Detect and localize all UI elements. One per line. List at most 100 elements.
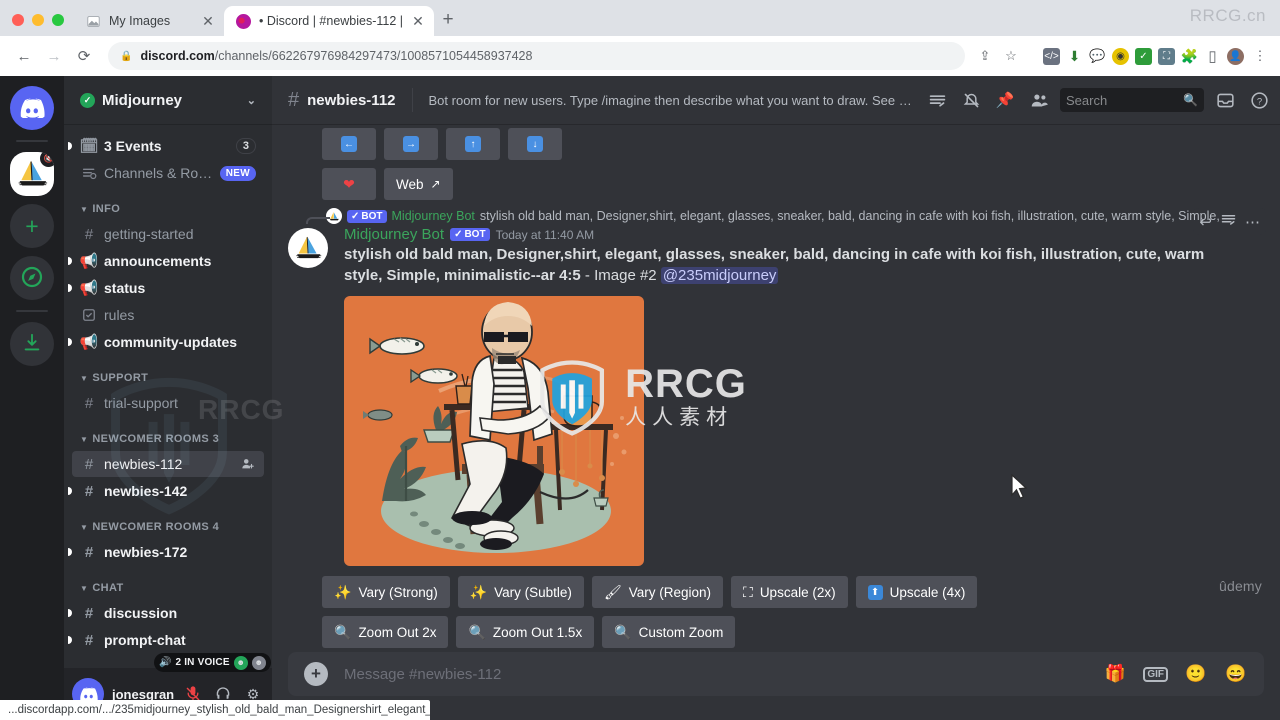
member-list-icon[interactable]	[1026, 87, 1052, 113]
gift-icon[interactable]: 🎁	[1103, 662, 1127, 686]
help-icon[interactable]: ?	[1246, 87, 1272, 113]
vary-strong-button[interactable]: ✨ Vary (Strong)	[322, 576, 450, 609]
sidebar-item-newbies-142[interactable]: # newbies-142	[68, 478, 264, 504]
sidebar-item-getting-started[interactable]: # getting-started	[72, 221, 264, 247]
back-button[interactable]: ←	[10, 42, 38, 70]
reply-author[interactable]: Midjourney Bot	[392, 209, 475, 223]
minimize-window-button[interactable]	[32, 14, 44, 26]
channel-topic[interactable]: Bot room for new users. Type /imagine th…	[429, 93, 916, 108]
server-icon-midjourney[interactable]: 🔇	[10, 152, 54, 196]
puzzle-extension-icon[interactable]: 🧩	[1181, 48, 1198, 65]
message-author[interactable]: Midjourney Bot	[344, 226, 444, 243]
browser-tab-discord[interactable]: • Discord | #newbies-112 | Mid ✕	[224, 6, 434, 36]
sidebar-item-announcements[interactable]: 📢 announcements	[68, 248, 264, 274]
hash-icon: #	[84, 604, 94, 622]
inbox-icon[interactable]	[1212, 87, 1238, 113]
download-extension-icon[interactable]: ⬇	[1066, 48, 1083, 65]
check-extension-icon[interactable]: ✓	[1135, 47, 1152, 65]
vary-subtle-button[interactable]: ✨ Vary (Subtle)	[457, 576, 584, 609]
upscale-2x-button[interactable]: ⛶ Upscale (2x)	[731, 576, 848, 609]
chevron-down-icon: ▼	[80, 434, 89, 444]
discord-favicon	[235, 13, 251, 29]
reply-context[interactable]: ✓ BOT Midjourney Bot stylish old bald man…	[288, 208, 1232, 224]
voice-avatar-2: ☻	[251, 655, 266, 670]
close-icon[interactable]: ✕	[200, 13, 216, 29]
channel-list[interactable]: 🗓 3 Events 3 Channels & Roles NEW ▼ INFO	[64, 124, 272, 668]
github-extension-icon[interactable]: ◉	[1112, 47, 1129, 65]
custom-zoom-button[interactable]: 🔍 Custom Zoom	[602, 616, 736, 649]
download-apps-button[interactable]	[10, 322, 54, 366]
reply-spine	[306, 217, 330, 224]
add-member-icon[interactable]	[240, 456, 256, 472]
sidebar-item-status[interactable]: 📢 status	[68, 275, 264, 301]
avatar[interactable]	[288, 228, 328, 268]
sidebar-item-events[interactable]: 🗓 3 Events 3	[68, 133, 264, 159]
chat-extension-icon[interactable]: 💬	[1089, 48, 1106, 65]
zoom-out-2x-button[interactable]: 🔍 Zoom Out 2x	[322, 616, 449, 649]
sidebar-item-newbies-112[interactable]: # newbies-112	[72, 451, 264, 477]
pan-left-button[interactable]: ←	[322, 128, 376, 160]
gif-icon[interactable]: GIF	[1143, 666, 1168, 682]
upscale-icon: ⬆	[867, 584, 883, 600]
zoom-out-1-5x-button[interactable]: 🔍 Zoom Out 1.5x	[456, 616, 595, 649]
explore-servers-button[interactable]	[10, 256, 54, 300]
more-icon[interactable]: ⋯	[1245, 213, 1260, 231]
sticker-icon[interactable]: 🙂	[1184, 662, 1208, 686]
reload-button[interactable]: ⟳	[70, 42, 98, 70]
sidepanel-icon[interactable]: ▯	[1204, 48, 1221, 65]
category-support[interactable]: ▼ SUPPORT	[72, 367, 272, 389]
channel-label: newbies-142	[104, 483, 188, 499]
search-input[interactable]: Search 🔍	[1060, 88, 1204, 112]
close-icon[interactable]: ✕	[410, 13, 426, 29]
forward-button[interactable]: →	[40, 42, 68, 70]
plus-icon: +	[25, 212, 39, 239]
guild-header[interactable]: ✓ Midjourney ⌄	[64, 76, 272, 124]
browser-tab-my-images[interactable]: My Images ✕	[74, 6, 224, 36]
sidebar-item-trial-support[interactable]: # trial-support	[72, 390, 264, 416]
code-extension-icon[interactable]: </>	[1043, 47, 1060, 65]
maximize-window-button[interactable]	[52, 14, 64, 26]
category-info[interactable]: ▼ INFO	[72, 198, 272, 220]
sidebar-item-newbies-172[interactable]: # newbies-172	[68, 539, 264, 565]
message-list[interactable]: ← → ↑ ↓ ❤ Web ↗ ↩ ⋯ ✓ BOT Midjourney Bot…	[272, 124, 1280, 652]
category-newcomer-rooms-3[interactable]: ▼ NEWCOMER ROOMS 3	[72, 428, 272, 450]
bookmark-star-icon[interactable]: ☆	[1001, 46, 1021, 66]
emoji-icon[interactable]: 😄	[1224, 662, 1248, 686]
compass-icon	[20, 265, 44, 292]
category-newcomer-rooms-4[interactable]: ▼ NEWCOMER ROOMS 4	[72, 516, 272, 538]
close-window-button[interactable]	[12, 14, 24, 26]
sidebar-item-community-updates[interactable]: 📢 community-updates	[68, 329, 264, 355]
voice-presence-pill[interactable]: 🔊 2 IN VOICE ☻ ☻	[154, 653, 271, 672]
discord-app: 🔇 + ✓ Midjourney ⌄ 🗓 3 Events 3 Channels…	[0, 76, 1280, 720]
message-input[interactable]: + Message #newbies-112 🎁 GIF 🙂 😄	[288, 652, 1264, 696]
notifications-off-icon[interactable]	[958, 87, 984, 113]
screenshot-extension-icon[interactable]: ⛶	[1158, 47, 1175, 65]
web-button[interactable]: Web ↗	[384, 168, 453, 200]
new-tab-button[interactable]: +	[434, 6, 462, 34]
share-icon[interactable]: ⇪	[975, 46, 995, 66]
attach-button[interactable]: +	[304, 662, 328, 686]
browser-menu-icon[interactable]: ⋮	[1250, 46, 1270, 66]
sidebar-item-prompt-chat[interactable]: # prompt-chat	[68, 627, 264, 653]
user-mention[interactable]: @235midjourney	[660, 266, 779, 284]
chevron-down-icon[interactable]: ⌄	[247, 94, 256, 107]
threads-icon[interactable]	[924, 87, 950, 113]
add-server-button[interactable]: +	[10, 204, 54, 248]
sidebar-item-rules[interactable]: rules	[72, 302, 264, 328]
midjourney-generated-image[interactable]	[344, 296, 644, 567]
discord-home-icon[interactable]	[10, 86, 54, 130]
sidebar-item-discussion[interactable]: # discussion	[68, 600, 264, 626]
category-label: CHAT	[92, 582, 124, 594]
profile-avatar[interactable]: 👤	[1227, 47, 1244, 65]
address-bar[interactable]: 🔒 discord.com/channels/66226797698429747…	[108, 42, 965, 70]
sidebar-item-channels-roles[interactable]: Channels & Roles NEW	[72, 160, 264, 186]
favorite-button[interactable]: ❤	[322, 168, 376, 200]
pinned-messages-icon[interactable]: 📌	[992, 87, 1018, 113]
message-header: Midjourney Bot ✓ BOT Today at 11:40 AM	[344, 226, 1232, 243]
pan-up-button[interactable]: ↑	[446, 128, 500, 160]
pan-right-button[interactable]: →	[384, 128, 438, 160]
category-chat[interactable]: ▼ CHAT	[72, 577, 272, 599]
pan-down-button[interactable]: ↓	[508, 128, 562, 160]
upscale-4x-button[interactable]: ⬆ Upscale (4x)	[855, 576, 978, 609]
vary-region-button[interactable]: 🖌 Vary (Region)	[591, 576, 723, 609]
